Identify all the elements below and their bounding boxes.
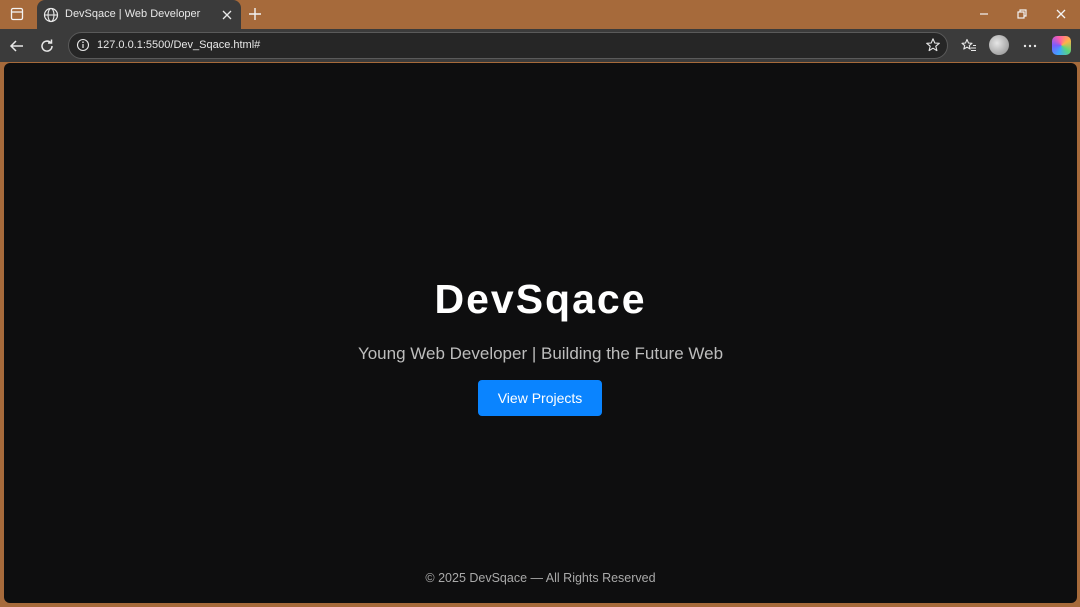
footer-text: © 2025 DevSqace — All Rights Reserved bbox=[425, 571, 656, 585]
copilot-icon[interactable] bbox=[1052, 36, 1071, 55]
close-icon[interactable] bbox=[220, 8, 234, 22]
reload-icon[interactable] bbox=[38, 37, 56, 55]
close-window-icon[interactable] bbox=[1054, 7, 1068, 21]
view-projects-button[interactable]: View Projects bbox=[478, 380, 602, 416]
page-title: DevSqace bbox=[434, 276, 647, 322]
tab-title: DevSqace | Web Developer bbox=[65, 8, 201, 20]
restore-icon[interactable] bbox=[1015, 7, 1029, 21]
plus-icon[interactable] bbox=[247, 6, 263, 22]
back-arrow-icon[interactable] bbox=[8, 37, 26, 55]
tab-strip: DevSqace | Web Developer bbox=[0, 0, 1080, 30]
favorites-icon[interactable] bbox=[960, 37, 978, 55]
info-icon[interactable] bbox=[76, 38, 90, 52]
star-icon[interactable] bbox=[925, 37, 941, 53]
window-icon[interactable] bbox=[10, 7, 24, 21]
page-viewport: DevSqace Young Web Developer | Building … bbox=[4, 63, 1077, 603]
globe-icon bbox=[43, 7, 59, 23]
page-subtitle: Young Web Developer | Building the Futur… bbox=[357, 344, 724, 363]
minimize-icon[interactable] bbox=[977, 7, 991, 21]
browser-toolbar: 127.0.0.1:5500/Dev_Sqace.html# bbox=[0, 29, 1080, 62]
tab-active[interactable]: DevSqace | Web Developer bbox=[37, 0, 241, 30]
avatar[interactable] bbox=[989, 35, 1009, 55]
url-text[interactable]: 127.0.0.1:5500/Dev_Sqace.html# bbox=[97, 39, 260, 51]
more-icon[interactable] bbox=[1021, 37, 1039, 55]
address-bar[interactable]: 127.0.0.1:5500/Dev_Sqace.html# bbox=[68, 32, 948, 59]
